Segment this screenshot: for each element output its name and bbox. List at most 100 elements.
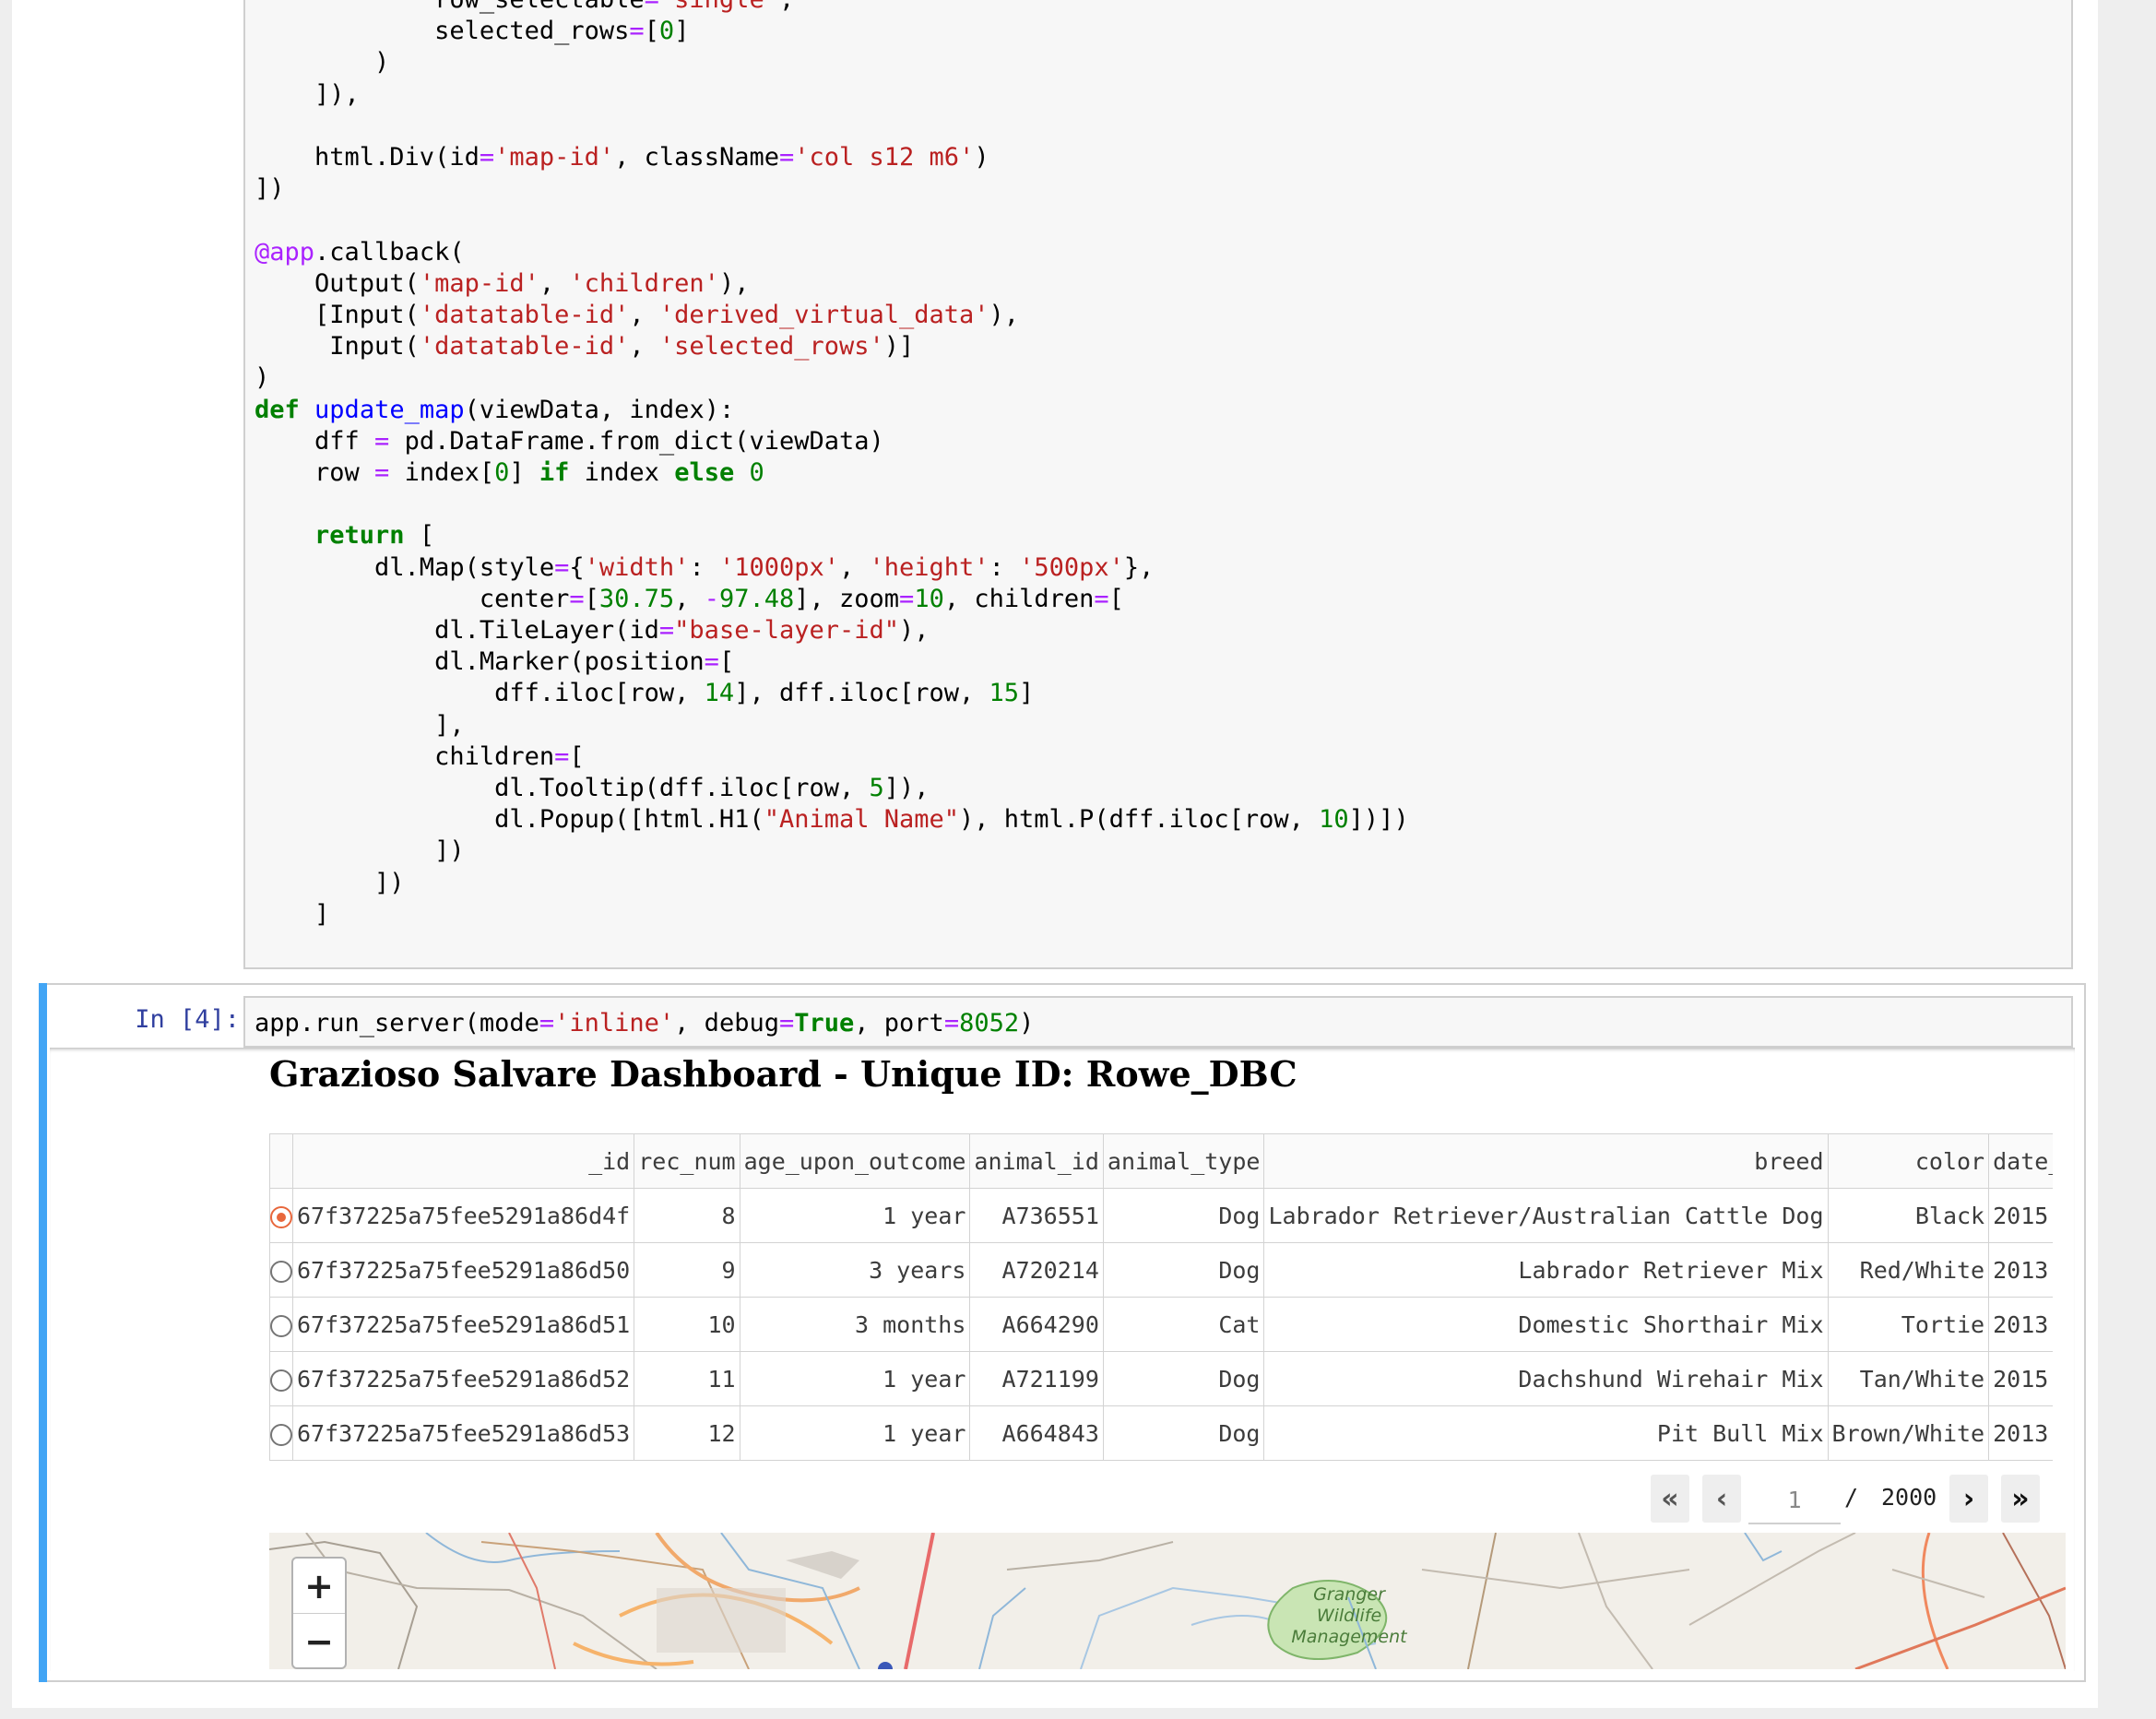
- next-page-button[interactable]: ›: [1949, 1475, 1988, 1523]
- column-header[interactable]: rec_num: [634, 1133, 740, 1189]
- table-cell[interactable]: 1 year: [739, 1405, 971, 1461]
- table-cell[interactable]: Black: [1827, 1188, 1990, 1243]
- row-select-cell[interactable]: [269, 1351, 293, 1406]
- table-cell[interactable]: Dog: [1102, 1405, 1265, 1461]
- table-cell[interactable]: Red/White: [1827, 1242, 1990, 1298]
- code-line: dff = pd.DataFrame.from_dict(viewData): [255, 426, 884, 456]
- current-page-input[interactable]: [1748, 1476, 1841, 1524]
- table-cell[interactable]: 67f37225a75fee5291a86d51: [291, 1297, 635, 1352]
- code-line: dl.Tooltip(dff.iloc[row, 5]),: [255, 774, 930, 803]
- table-cell[interactable]: 3 months: [739, 1297, 971, 1352]
- column-header[interactable]: age_upon_outcome: [739, 1133, 971, 1189]
- last-page-button[interactable]: »: [2001, 1475, 2040, 1523]
- code-line: ): [255, 363, 270, 393]
- table-cell[interactable]: Tortie: [1827, 1297, 1990, 1352]
- table-header-row: _id rec_num age_upon_outcome animal_id a…: [269, 1133, 2053, 1189]
- table-cell[interactable]: 2015: [1988, 1188, 2053, 1243]
- code-line: dl.Map(style={'width': '1000px', 'height…: [255, 552, 1155, 582]
- code-line: dl.TileLayer(id="base-layer-id"),: [255, 616, 930, 646]
- table-row[interactable]: 67f37225a75fee5291a86d4f 8 1 year A73655…: [269, 1188, 2053, 1243]
- table-cell[interactable]: Tan/White: [1827, 1351, 1990, 1406]
- code-cell-editor[interactable]: row_selectable='single', selected_rows=[…: [243, 0, 2073, 969]
- code-line: ]): [255, 868, 405, 897]
- code-line: [Input('datatable-id', 'derived_virtual_…: [255, 301, 1020, 330]
- map-zoom-control: + −: [291, 1557, 347, 1669]
- row-select-cell[interactable]: [269, 1405, 293, 1461]
- row-select-cell[interactable]: [269, 1297, 293, 1352]
- table-cell[interactable]: Domestic Shorthair Mix: [1263, 1297, 1829, 1352]
- table-cell[interactable]: 10: [634, 1297, 740, 1352]
- column-header[interactable]: animal_type: [1102, 1133, 1265, 1189]
- table-cell[interactable]: Pit Bull Mix: [1263, 1405, 1829, 1461]
- table-cell[interactable]: Dachshund Wirehair Mix: [1263, 1351, 1829, 1406]
- column-header[interactable]: color: [1827, 1133, 1990, 1189]
- table-cell[interactable]: 67f37225a75fee5291a86d52: [291, 1351, 635, 1406]
- table-cell[interactable]: 2013: [1988, 1242, 2053, 1298]
- table-cell[interactable]: 1 year: [739, 1351, 971, 1406]
- animal-table: _id rec_num age_upon_outcome animal_id a…: [269, 1133, 2053, 1461]
- table-cell[interactable]: A664843: [969, 1405, 1104, 1461]
- table-cell[interactable]: 67f37225a75fee5291a86d50: [291, 1242, 635, 1298]
- code-line: ]: [255, 899, 330, 929]
- column-header[interactable]: _id: [291, 1133, 635, 1189]
- code-line: app.run_server(mode='inline', debug=True…: [255, 1009, 1035, 1037]
- code-line: return [: [314, 521, 435, 551]
- table-cell[interactable]: A736551: [969, 1188, 1104, 1243]
- table-row[interactable]: 67f37225a75fee5291a86d51 10 3 months A66…: [269, 1297, 2053, 1352]
- cell-prompt: In [4]:: [135, 1005, 240, 1034]
- code-line: dl.Popup([html.H1("Animal Name"), html.P…: [255, 805, 1409, 835]
- first-page-button[interactable]: «: [1651, 1475, 1689, 1523]
- row-radio[interactable]: [270, 1423, 292, 1446]
- table-cell[interactable]: Cat: [1102, 1297, 1265, 1352]
- table-cell[interactable]: 3 years: [739, 1242, 971, 1298]
- table-cell[interactable]: Dog: [1102, 1188, 1265, 1243]
- table-cell[interactable]: Labrador Retriever Mix: [1263, 1242, 1829, 1298]
- table-cell[interactable]: A664290: [969, 1297, 1104, 1352]
- table-cell[interactable]: 2015: [1988, 1351, 2053, 1406]
- table-cell[interactable]: 9: [634, 1242, 740, 1298]
- column-header[interactable]: date_of: [1988, 1133, 2053, 1189]
- row-select-cell[interactable]: [269, 1188, 293, 1243]
- table-cell[interactable]: Dog: [1102, 1242, 1265, 1298]
- table-cell[interactable]: 8: [634, 1188, 740, 1243]
- previous-page-button[interactable]: ‹: [1702, 1475, 1741, 1523]
- code-line: ): [255, 48, 390, 77]
- row-radio[interactable]: [270, 1369, 292, 1392]
- code-line: row_selectable='single',: [255, 0, 794, 14]
- code-line: @app.callback(: [255, 237, 465, 267]
- table-cell[interactable]: Brown/White: [1827, 1405, 1990, 1461]
- table-cell[interactable]: 67f37225a75fee5291a86d53: [291, 1405, 635, 1461]
- table-cell[interactable]: 2013: [1988, 1297, 2053, 1352]
- code-line: html.Div(id='map-id', className='col s12…: [255, 143, 989, 172]
- table-cell[interactable]: 2013: [1988, 1405, 2053, 1461]
- map[interactable]: Granger Wildlife Management: [269, 1533, 2066, 1669]
- column-header[interactable]: breed: [1263, 1133, 1829, 1189]
- table-cell[interactable]: 67f37225a75fee5291a86d4f: [291, 1188, 635, 1243]
- map-place-label: Granger Wildlife Management: [1291, 1584, 1407, 1647]
- datatable: _id rec_num age_upon_outcome animal_id a…: [269, 1133, 2053, 1467]
- code-line: ]): [255, 836, 465, 866]
- table-row[interactable]: 67f37225a75fee5291a86d53 12 1 year A6648…: [269, 1405, 2053, 1461]
- table-cell[interactable]: Labrador Retriever/Australian Cattle Dog: [1263, 1188, 1829, 1243]
- zoom-in-button[interactable]: +: [293, 1559, 345, 1614]
- table-row[interactable]: 67f37225a75fee5291a86d52 11 1 year A7211…: [269, 1351, 2053, 1406]
- zoom-out-button[interactable]: −: [293, 1614, 345, 1668]
- table-cell[interactable]: 1 year: [739, 1188, 971, 1243]
- table-cell[interactable]: A721199: [969, 1351, 1104, 1406]
- active-cell-indicator: [39, 983, 47, 1682]
- code-line: Output('map-id', 'children'),: [255, 268, 750, 298]
- code-cell-editor-2[interactable]: app.run_server(mode='inline', debug=True…: [243, 996, 2073, 1048]
- table-cell[interactable]: 11: [634, 1351, 740, 1406]
- code-line: center=[30.75, -97.48], zoom=10, childre…: [255, 584, 1124, 613]
- row-radio[interactable]: [270, 1314, 292, 1337]
- code-line: ],: [255, 710, 465, 740]
- code-line: dff.iloc[row, 14], dff.iloc[row, 15]: [255, 679, 1035, 708]
- row-select-cell[interactable]: [269, 1242, 293, 1298]
- table-cell[interactable]: Dog: [1102, 1351, 1265, 1406]
- column-header[interactable]: animal_id: [969, 1133, 1104, 1189]
- row-radio[interactable]: [270, 1260, 292, 1283]
- table-cell[interactable]: A720214: [969, 1242, 1104, 1298]
- table-row[interactable]: 67f37225a75fee5291a86d50 9 3 years A7202…: [269, 1242, 2053, 1298]
- table-cell[interactable]: 12: [634, 1405, 740, 1461]
- row-radio-selected[interactable]: [270, 1205, 292, 1228]
